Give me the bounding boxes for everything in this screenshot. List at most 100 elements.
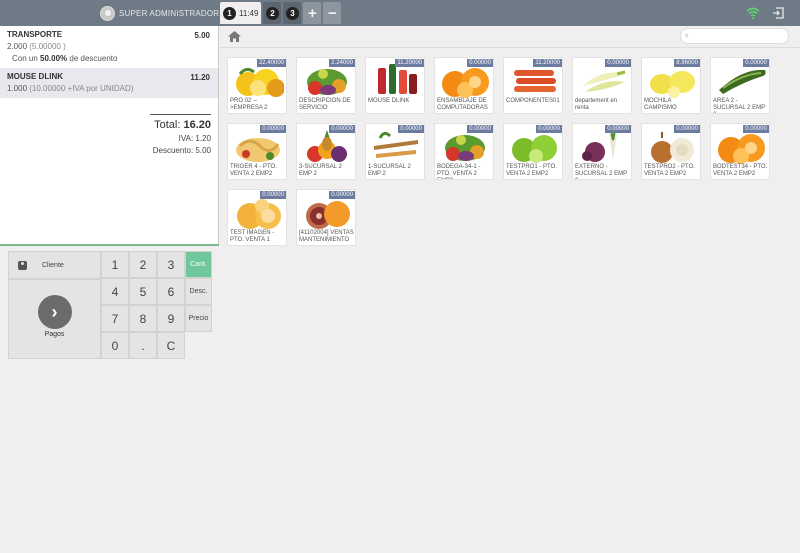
orderline-qty-value: 1.000 — [7, 84, 28, 93]
numpad-key-3[interactable]: 3 — [157, 251, 185, 278]
product-card[interactable]: 0.00000 TESTPRO1 - PTO. VENTA 2 EMP2 — [503, 123, 563, 180]
chevron-right-icon: › — [37, 295, 72, 329]
numpad-key-9[interactable]: 9 — [157, 305, 185, 332]
product-card[interactable]: 0.00000 departement en renta — [572, 57, 632, 114]
discount-value: 50.00% — [40, 54, 68, 63]
orderline[interactable]: TRANSPORTE 5.00 2.000 (5.00000 ) Con un … — [0, 26, 218, 68]
breadcrumb-bar: ▿ — [220, 26, 800, 48]
product-name: EXTERNO - SUCURSAL 2 EMP 2 — [575, 164, 628, 179]
top-bar: SUPER ADMINISTRADOR ⌄ 1 11:49 2 3 + − — [0, 0, 800, 26]
product-price-tag: 0.00000 — [605, 59, 631, 67]
order-tab-2[interactable]: 2 — [263, 2, 282, 24]
numpad-key-2[interactable]: 2 — [129, 251, 157, 278]
product-card[interactable]: 0.00000 TEST IMAGEN - PTO. VENTA 1 — [227, 189, 287, 246]
order-time: 11:49 — [239, 8, 259, 18]
product-price-tag: 0.00000 — [260, 191, 286, 199]
product-card[interactable]: 22.40000 PRO 02 -->EMPRESA 2 — [227, 57, 287, 114]
numpad-key-5[interactable]: 5 — [129, 278, 157, 305]
numpad-key-dot[interactable]: . — [129, 332, 157, 359]
orderline-qty-value: 2.000 — [7, 42, 28, 51]
product-card[interactable]: 11.20000 COMPONENTES01 — [503, 57, 563, 114]
add-order-button[interactable]: + — [303, 2, 322, 24]
payment-button[interactable]: › Pagos — [8, 279, 101, 359]
order-total: Total: 16.20 — [150, 119, 211, 131]
product-price-tag: 0.00000 — [743, 125, 769, 133]
mode-discount-button[interactable]: Desc. — [185, 278, 212, 305]
product-card[interactable]: 0.00000 EXTERNO - SUCURSAL 2 EMP 2 — [572, 123, 632, 180]
numpad-key-0[interactable]: 0 — [101, 332, 129, 359]
product-price-tag: 0.00000 — [260, 125, 286, 133]
product-name: 3-SUCURSAL 2 EMP 2 — [299, 164, 342, 177]
orderline-product-name: MOUSE DLINK — [7, 72, 63, 81]
product-card[interactable]: 8.96000 MOCHILA CAMPISMO — [641, 57, 701, 114]
orderline-product-name: TRANSPORTE — [7, 30, 63, 39]
home-icon[interactable] — [228, 31, 241, 42]
orderline-qty: 1.000 (10.00000 +IVA por UNIDAD) — [7, 84, 210, 93]
orderline-discount: Con un 50.00% de descuento — [12, 54, 210, 63]
product-card[interactable]: 0.00000 BODTEST34 - PTO. VENTA 2 EMP2 — [710, 123, 770, 180]
orderline-price: 11.20 — [190, 73, 210, 82]
product-price-tag: 0.00000 — [605, 125, 631, 133]
total-value: 16.20 — [183, 119, 211, 131]
logout-icon[interactable] — [772, 7, 784, 19]
order-number: 2 — [265, 6, 279, 20]
product-name: TESTPRO1 - PTO. VENTA 2 EMP2 — [506, 164, 557, 177]
payment-label: Pagos — [44, 331, 65, 338]
discount-amount: Descuento: 5.00 — [152, 146, 211, 155]
orderline-unit-price: (10.00000 +IVA por UNIDAD) — [29, 84, 134, 93]
product-price-tag: 0.00000 — [329, 191, 355, 199]
product-price-tag: 0.00000 — [674, 125, 700, 133]
product-name: ENSAMBLAJE DE COMPUTADORAS — [437, 98, 488, 111]
wifi-icon — [746, 7, 760, 19]
numpad-key-1[interactable]: 1 — [101, 251, 129, 278]
product-card[interactable]: 0.00000 AREA 2 - SUCURSAL 2 EMP 2 — [710, 57, 770, 114]
orderline-unit-price: (5.00000 ) — [29, 42, 66, 51]
product-screen: ▿ 22.40000 PRO 02 -->EMPRESA 2 2.24000 DESC… — [220, 26, 800, 553]
numpad-spacer — [185, 332, 212, 359]
mode-quantity-button[interactable]: Cant. — [185, 251, 212, 278]
product-name: [41102004] VENTAS MANTENIMIENTO — [299, 230, 354, 243]
product-price-tag: 0.00000 — [536, 125, 562, 133]
discount-prefix: Con un — [12, 54, 38, 63]
order-tab-3[interactable]: 3 — [283, 2, 302, 24]
order-tabs: 1 11:49 2 3 + − — [220, 2, 343, 26]
product-card[interactable]: 2.24000 DESCRIPCION DE SERVICIO — [296, 57, 356, 114]
numpad: 1 2 3 Cant. 4 5 6 Desc. 7 8 9 Precio 0 .… — [101, 251, 212, 359]
user-name: SUPER ADMINISTRADOR — [119, 8, 220, 18]
numpad-key-6[interactable]: 6 — [157, 278, 185, 305]
product-name: AREA 2 - SUCURSAL 2 EMP 2 — [713, 98, 766, 113]
product-name: TESTPRO2 - PTO. VENTA 2 EMP2 — [644, 164, 695, 177]
product-name: MOUSE DLINK — [368, 98, 410, 104]
tax-amount: IVA: 1.20 — [178, 134, 211, 143]
product-price-tag: 0.00000 — [743, 59, 769, 67]
product-price-tag: 2.24000 — [329, 59, 355, 67]
customer-button[interactable]: Cliente — [8, 251, 101, 279]
product-card[interactable]: 0.00000 1-SUCURSAL 2 EMP 2 — [365, 123, 425, 180]
product-card[interactable]: 0.00000 TRIGER 4 - PTO. VENTA 2 EMP2 — [227, 123, 287, 180]
product-card[interactable]: 0.00000 TESTPRO2 - PTO. VENTA 2 EMP2 — [641, 123, 701, 180]
product-price-tag: 0.00000 — [398, 125, 424, 133]
numpad-key-8[interactable]: 8 — [129, 305, 157, 332]
product-name: TRIGER 4 - PTO. VENTA 2 EMP2 — [230, 164, 277, 177]
product-price-tag: 0.00000 — [467, 125, 493, 133]
remove-order-button[interactable]: − — [323, 2, 342, 24]
numpad-key-4[interactable]: 4 — [101, 278, 129, 305]
product-price-tag: 22.40000 — [256, 59, 286, 67]
mode-price-button[interactable]: Precio — [185, 305, 212, 332]
orderline-selected[interactable]: MOUSE DLINK 11.20 1.000 (10.00000 +IVA p… — [0, 68, 218, 98]
product-card[interactable]: 11.20000 MOUSE DLINK — [365, 57, 425, 114]
order-tab-active[interactable]: 1 11:49 — [220, 2, 262, 24]
product-card[interactable]: 0.00000 3-SUCURSAL 2 EMP 2 — [296, 123, 356, 180]
product-card[interactable]: 0.00000 ENSAMBLAJE DE COMPUTADORAS — [434, 57, 494, 114]
numpad-key-7[interactable]: 7 — [101, 305, 129, 332]
user-icon — [18, 260, 27, 270]
product-name: 1-SUCURSAL 2 EMP 2 — [368, 164, 411, 177]
numpad-key-clear[interactable]: C — [157, 332, 185, 359]
product-name: DESCRIPCION DE SERVICIO — [299, 98, 351, 111]
order-number: 3 — [285, 6, 299, 20]
user-menu[interactable]: SUPER ADMINISTRADOR ⌄ — [100, 5, 229, 21]
product-card[interactable]: 0.00000 [41102004] VENTAS MANTENIMIENTO — [296, 189, 356, 246]
product-card[interactable]: 0.00000 BODEGA-34-1 - PTO. VENTA 2 EMP2 — [434, 123, 494, 180]
search-input[interactable] — [697, 30, 785, 42]
search-box[interactable]: ▿ — [680, 28, 789, 44]
